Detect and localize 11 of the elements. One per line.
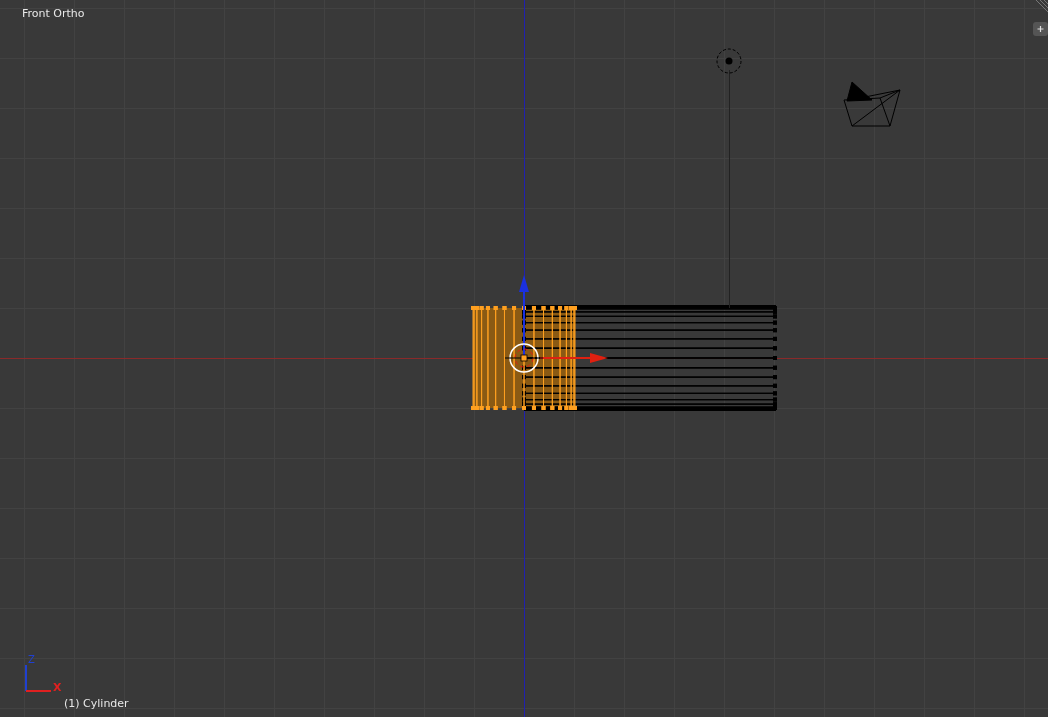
axis-gizmo-drawing xyxy=(25,664,52,692)
object-info: (1) Cylinder xyxy=(64,697,129,710)
axis-label: Z xyxy=(28,654,35,665)
camera-drawing xyxy=(843,81,901,127)
corner-resize-icon[interactable] xyxy=(1035,0,1048,13)
properties-toggle-icon[interactable] xyxy=(1033,22,1048,36)
axis-label: X xyxy=(53,681,62,694)
translate-gizmo[interactable] xyxy=(519,275,608,363)
lamp-icon xyxy=(716,48,742,309)
view-name: Front Ortho xyxy=(22,7,85,20)
origin-cursor-icon xyxy=(504,343,544,373)
